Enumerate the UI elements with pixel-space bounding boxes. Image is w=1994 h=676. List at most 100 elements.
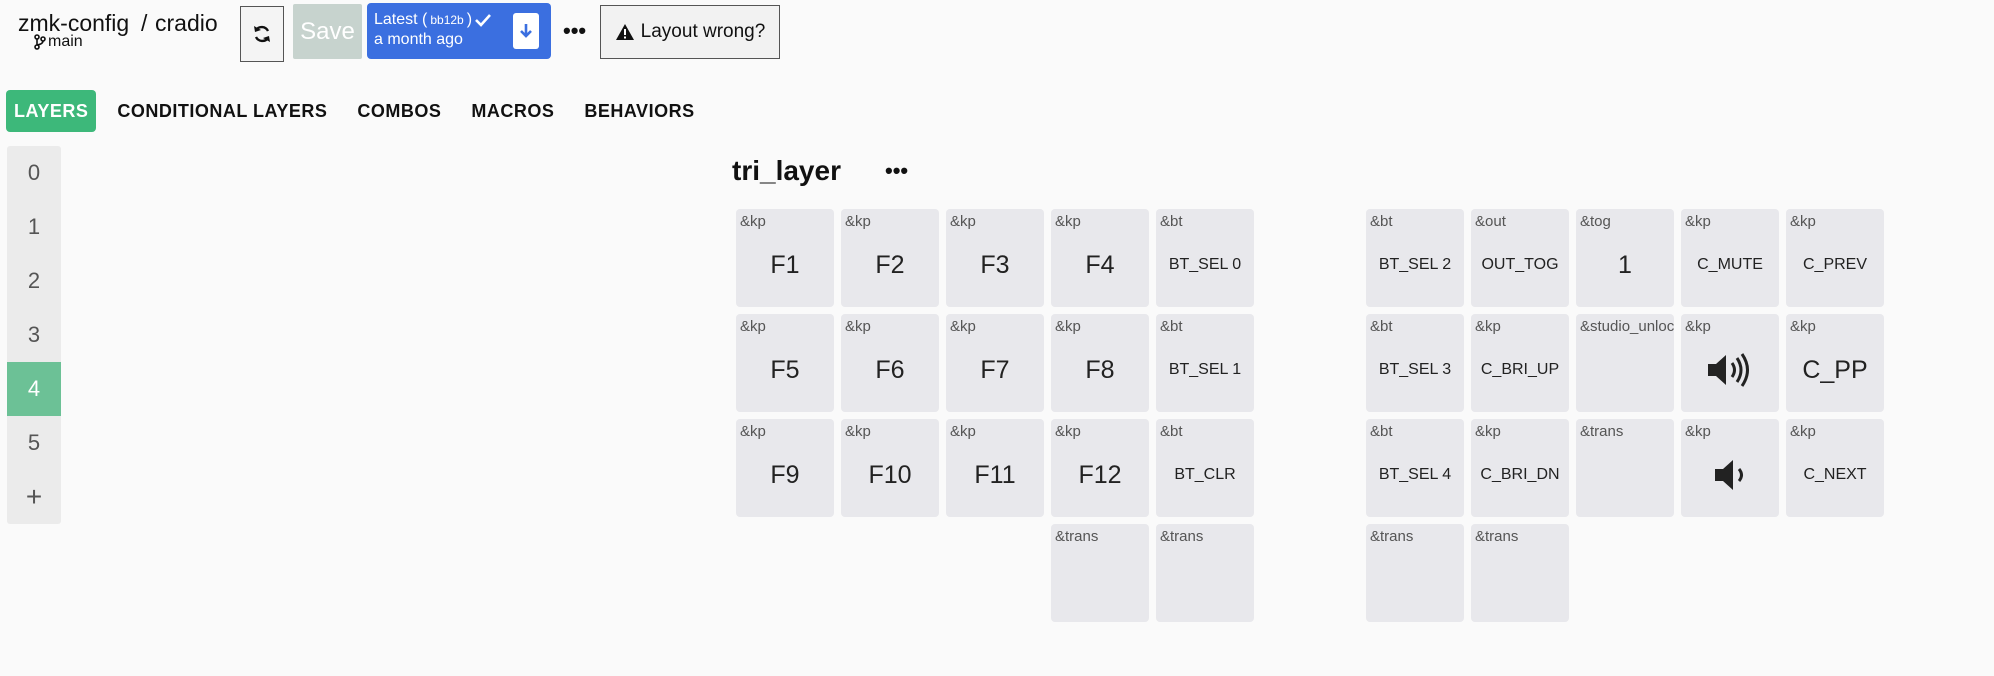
key-21[interactable]: &kp F10 (841, 419, 939, 517)
tab-behaviors[interactable]: BEHAVIORS (569, 90, 709, 132)
key-param-label: OUT_TOG (1481, 256, 1559, 273)
key-param-label (1576, 350, 1674, 390)
tab-macros[interactable]: MACROS (456, 90, 569, 132)
key-param-label: F2 (875, 250, 905, 279)
key-28[interactable]: &kp (1681, 419, 1779, 517)
key-binding-label: &kp (1685, 213, 1711, 230)
key-6[interactable]: &out OUT_TOG (1471, 209, 1569, 307)
layer-item-0[interactable]: 0 (7, 146, 61, 200)
key-33[interactable]: &trans (1471, 524, 1569, 622)
key-param-label: F10 (868, 460, 912, 489)
key-param-label (1156, 560, 1254, 600)
key-16[interactable]: &kp C_BRI_UP (1471, 314, 1569, 412)
latest-firmware-button[interactable]: Latest ( bb12b ) a month ago (367, 3, 551, 59)
key-29[interactable]: &kp C_NEXT (1786, 419, 1884, 517)
key-binding-label: &kp (1055, 318, 1081, 335)
key-binding-label: &kp (1055, 423, 1081, 440)
tab-bar: LAYERS CONDITIONAL LAYERS COMBOS MACROS … (6, 90, 710, 132)
key-24[interactable]: &bt BT_CLR (1156, 419, 1254, 517)
key-binding-label: &kp (950, 423, 976, 440)
key-param-label: BT_SEL 2 (1378, 256, 1452, 273)
save-button[interactable]: Save (293, 4, 362, 59)
layer-item-1[interactable]: 1 (7, 200, 61, 254)
key-binding-label: &kp (1685, 318, 1711, 335)
layer-item-5[interactable]: 5 (7, 416, 61, 470)
key-26[interactable]: &kp C_BRI_DN (1471, 419, 1569, 517)
key-param-label: F7 (980, 355, 1010, 384)
key-27[interactable]: &trans (1576, 419, 1674, 517)
key-20[interactable]: &kp F9 (736, 419, 834, 517)
key-param-label: BT_SEL 3 (1378, 361, 1452, 378)
layer-item-4[interactable]: 4 (7, 362, 61, 416)
key-13[interactable]: &kp F8 (1051, 314, 1149, 412)
key-5[interactable]: &bt BT_SEL 2 (1366, 209, 1464, 307)
key-param-label: F5 (770, 355, 800, 384)
key-binding-label: &kp (740, 213, 766, 230)
key-binding-label: &bt (1160, 318, 1183, 335)
key-14[interactable]: &bt BT_SEL 1 (1156, 314, 1254, 412)
refresh-button[interactable] (240, 6, 284, 62)
key-param-label: C_NEXT (1803, 466, 1867, 483)
git-branch-icon (34, 34, 46, 50)
key-8[interactable]: &kp C_MUTE (1681, 209, 1779, 307)
key-param-label (1366, 560, 1464, 600)
key-19[interactable]: &kp C_PP (1786, 314, 1884, 412)
layer-list: 0 1 2 3 4 5 + (7, 146, 61, 524)
key-binding-label: &trans (1580, 423, 1624, 440)
key-binding-label: &kp (1790, 318, 1816, 335)
layer-item-3[interactable]: 3 (7, 308, 61, 362)
key-binding-label: &studio_unlock (1580, 318, 1674, 335)
key-param-label: BT_SEL 1 (1168, 361, 1242, 378)
key-2[interactable]: &kp F3 (946, 209, 1044, 307)
layer-title[interactable]: tri_layer (732, 155, 841, 187)
key-param-label (1576, 455, 1674, 495)
key-0[interactable]: &kp F1 (736, 209, 834, 307)
layer-item-2[interactable]: 2 (7, 254, 61, 308)
key-1[interactable]: &kp F2 (841, 209, 939, 307)
key-param-label: C_MUTE (1697, 256, 1763, 273)
key-param-label: BT_SEL 4 (1378, 466, 1452, 483)
tab-layers[interactable]: LAYERS (6, 90, 97, 132)
key-31[interactable]: &trans (1156, 524, 1254, 622)
key-binding-label: &bt (1370, 423, 1393, 440)
key-9[interactable]: &kp C_PREV (1786, 209, 1884, 307)
key-binding-label: &trans (1160, 528, 1204, 545)
latest-label-close: ) (466, 11, 473, 28)
key-param-label (1471, 560, 1569, 600)
key-18[interactable]: &kp (1681, 314, 1779, 412)
key-15[interactable]: &bt BT_SEL 3 (1366, 314, 1464, 412)
key-binding-label: &kp (845, 213, 871, 230)
key-3[interactable]: &kp F4 (1051, 209, 1149, 307)
key-17[interactable]: &studio_unlock (1576, 314, 1674, 412)
key-22[interactable]: &kp F11 (946, 419, 1044, 517)
key-4[interactable]: &bt BT_SEL 0 (1156, 209, 1254, 307)
tab-combos[interactable]: COMBOS (342, 90, 456, 132)
add-layer-button[interactable]: + (7, 470, 61, 524)
key-32[interactable]: &trans (1366, 524, 1464, 622)
warning-icon (615, 24, 634, 40)
key-binding-label: &kp (740, 318, 766, 335)
branch-indicator[interactable]: main (34, 33, 83, 51)
key-param-label: F6 (875, 355, 905, 384)
refresh-icon (254, 25, 270, 43)
key-binding-label: &bt (1370, 213, 1393, 230)
key-param-label: F4 (1085, 250, 1115, 279)
key-12[interactable]: &kp F7 (946, 314, 1044, 412)
key-23[interactable]: &kp F12 (1051, 419, 1149, 517)
keyboard-name: cradio (155, 10, 218, 36)
key-30[interactable]: &trans (1051, 524, 1149, 622)
key-11[interactable]: &kp F6 (841, 314, 939, 412)
more-menu-button[interactable]: ••• (563, 18, 586, 44)
check-icon (475, 14, 492, 27)
key-binding-label: &kp (1055, 213, 1081, 230)
key-7[interactable]: &tog 1 (1576, 209, 1674, 307)
path-separator: / (141, 10, 148, 36)
key-10[interactable]: &kp F5 (736, 314, 834, 412)
download-button[interactable] (513, 13, 539, 49)
layer-menu-button[interactable]: ••• (885, 158, 908, 184)
tab-conditional-layers[interactable]: CONDITIONAL LAYERS (102, 90, 342, 132)
key-param-label: BT_CLR (1174, 466, 1236, 483)
key-25[interactable]: &bt BT_SEL 4 (1366, 419, 1464, 517)
layout-wrong-button[interactable]: Layout wrong? (600, 5, 780, 59)
key-binding-label: &trans (1475, 528, 1519, 545)
